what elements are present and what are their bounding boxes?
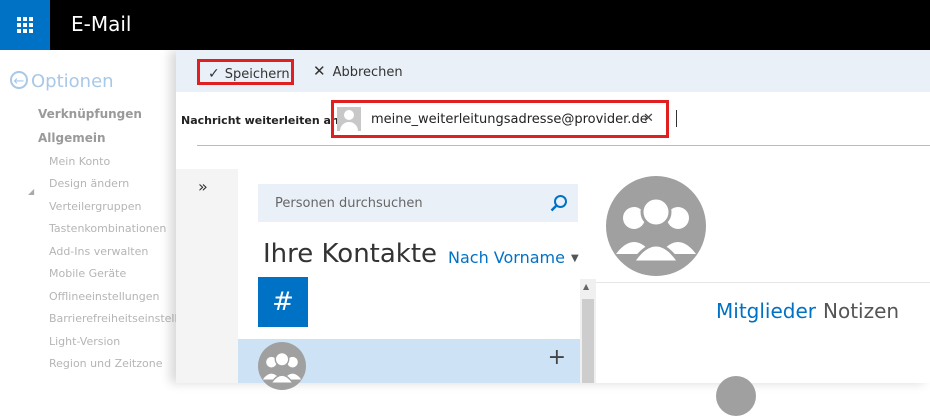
nav-item-region-timezone[interactable]: Region und Zeitzone: [49, 357, 163, 370]
nav-item-addins[interactable]: Add-Ins verwalten: [49, 245, 148, 258]
save-button[interactable]: ✓ Speichern: [197, 59, 294, 85]
options-header[interactable]: ← Optionen: [10, 71, 114, 92]
text-cursor[interactable]: [676, 110, 677, 127]
member-avatar: [716, 376, 756, 416]
nav-item-light-version[interactable]: Light-Version: [49, 335, 120, 348]
waffle-icon: [17, 17, 33, 33]
recipient-address: meine_weiterleitungsadresse@provider.de: [371, 112, 648, 127]
group-avatar-icon: [606, 176, 706, 276]
nav-item-change-theme[interactable]: Design ändern: [49, 177, 129, 190]
app-launcher-button[interactable]: [0, 0, 50, 50]
nav-item-shortcuts[interactable]: Tastenkombinationen: [49, 222, 166, 235]
contact-detail-pane: Mitglieder Notizen: [596, 169, 930, 416]
cancel-button[interactable]: ✕ Abbrechen: [313, 59, 403, 85]
app-title: E-Mail: [71, 12, 132, 36]
close-icon: ✕: [313, 62, 326, 80]
divider: [197, 145, 930, 146]
scrollbar-thumb[interactable]: [582, 299, 594, 383]
index-letter-tile[interactable]: #: [258, 277, 308, 327]
back-arrow-icon[interactable]: ←: [10, 71, 28, 89]
chevron-down-icon: ▼: [570, 253, 579, 264]
nav-item-mobile-devices[interactable]: Mobile Geräte: [49, 267, 126, 280]
collapse-triangle-icon[interactable]: ◢: [28, 187, 34, 196]
search-icon[interactable]: [550, 194, 568, 212]
tab-members[interactable]: Mitglieder: [716, 299, 816, 323]
top-bar: E-Mail: [0, 0, 930, 50]
sort-dropdown[interactable]: Nach Vorname ▼: [448, 248, 579, 267]
expand-chevron-icon[interactable]: »: [198, 177, 208, 196]
people-search-box[interactable]: Personen durchsuchen: [258, 184, 578, 222]
remove-recipient-icon[interactable]: ✕: [643, 111, 654, 126]
cancel-label: Abbrechen: [332, 65, 403, 80]
nav-item-general[interactable]: Allgemein: [38, 131, 106, 145]
nav-item-offline[interactable]: Offlineeinstellungen: [49, 290, 159, 303]
add-contact-icon[interactable]: +: [548, 345, 566, 370]
divider: [596, 282, 930, 283]
search-placeholder: Personen durchsuchen: [275, 196, 423, 211]
forward-to-label: Nachricht weiterleiten an...: [181, 114, 352, 127]
nav-item-distribution-groups[interactable]: Verteilergruppen: [49, 200, 141, 213]
checkmark-icon: ✓: [208, 66, 220, 82]
nav-item-links[interactable]: Verknüpfungen: [38, 107, 142, 121]
contacts-pane: Personen durchsuchen Ihre Kontakte Nach …: [238, 169, 596, 390]
tab-notes[interactable]: Notizen: [823, 299, 899, 323]
contact-list-item[interactable]: +: [238, 339, 580, 390]
forwarding-panel: ✓ Speichern ✕ Abbrechen Nachricht weiterle…: [176, 50, 930, 416]
contacts-title: Ihre Kontakte: [263, 239, 438, 269]
scrollbar[interactable]: ▲: [580, 279, 596, 383]
panel-toolbar: ✓ Speichern ✕ Abbrechen: [176, 50, 930, 92]
expand-pane: »: [176, 169, 238, 383]
sort-label: Nach Vorname: [448, 248, 565, 267]
save-label: Speichern: [224, 67, 290, 82]
options-nav: ← Optionen Verknüpfungen ◢ Allgemein Mein…: [0, 50, 212, 383]
options-header-label: Optionen: [31, 71, 114, 92]
person-avatar-icon: [337, 107, 361, 131]
recipient-token[interactable]: meine_weiterleitungsadresse@provider.de …: [331, 100, 669, 138]
nav-item-my-account[interactable]: Mein Konto: [49, 155, 110, 168]
scroll-up-icon[interactable]: ▲: [583, 282, 589, 291]
